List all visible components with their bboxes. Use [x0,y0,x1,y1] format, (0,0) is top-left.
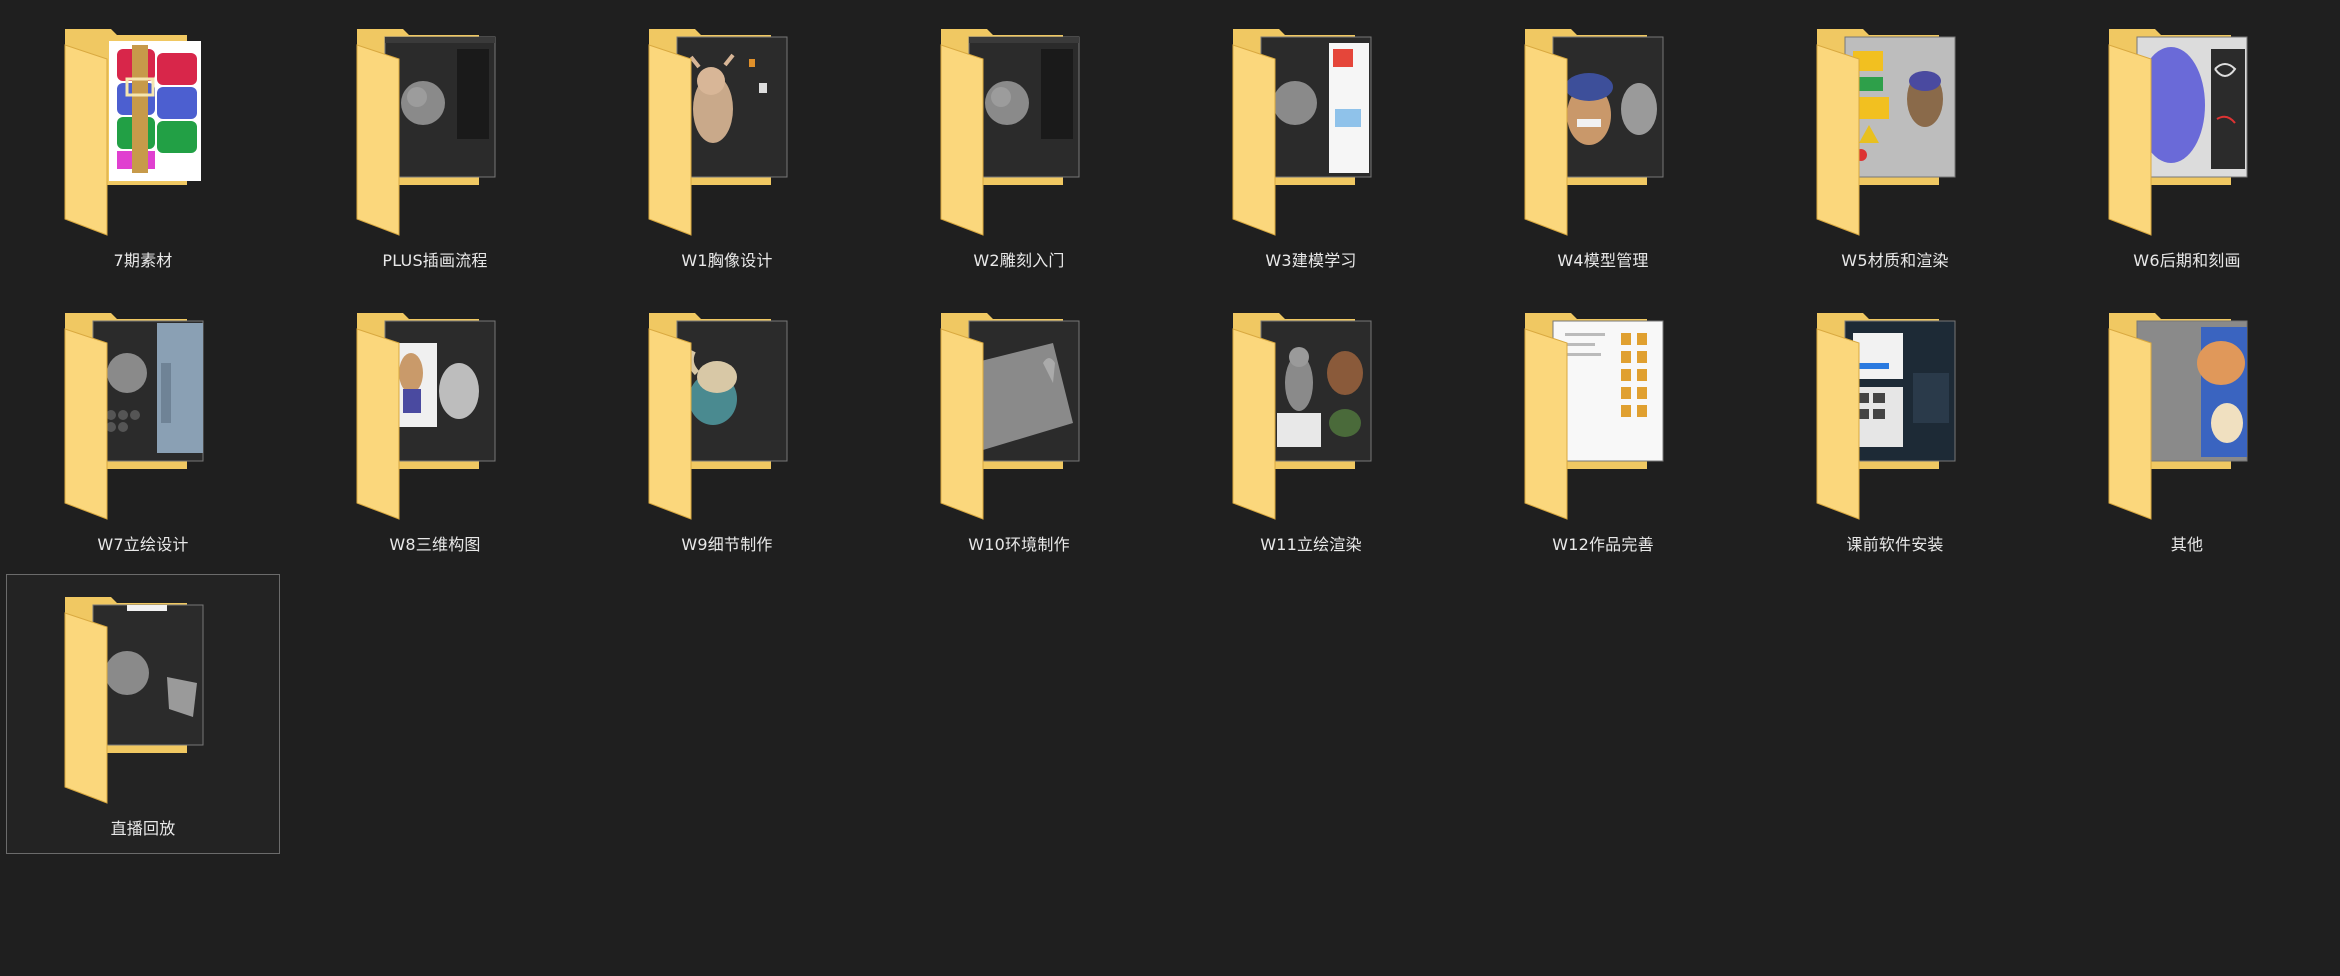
folder-item[interactable]: W1胸像设计 [590,6,864,286]
folder-item[interactable]: W5材质和渲染 [1758,6,2032,286]
folder-item[interactable]: 直播回放 [6,574,280,854]
folder-item[interactable]: W8三维构图 [298,290,572,570]
folder-name-label: PLUS插画流程 [382,251,488,270]
folder-name-label: W12作品完善 [1552,535,1654,554]
folder-item[interactable]: 7期素材 [6,6,280,286]
folder-item[interactable]: PLUS插画流程 [298,6,572,286]
folder-name-label: W11立绘渲染 [1260,535,1362,554]
folder-item[interactable]: 其他 [2050,290,2324,570]
folder-item[interactable]: 课前软件安装 [1758,290,2032,570]
folder-name-label: W6后期和刻画 [2133,251,2241,270]
folder-item[interactable]: W9细节制作 [590,290,864,570]
folder-item[interactable]: W11立绘渲染 [1174,290,1448,570]
folder-name-label: W9细节制作 [681,535,773,554]
folder-name-label: 课前软件安装 [1846,535,1944,554]
folder-name-label: W5材质和渲染 [1841,251,1949,270]
folder-name-label: W8三维构图 [389,535,481,554]
file-explorer-view: 7期素材 PLUS插画流程 W1胸像设计 W2雕刻入门 W3建模学习 W4模型管… [0,0,2340,976]
folder-item[interactable]: W2雕刻入门 [882,6,1156,286]
folder-name-label: 直播回放 [110,819,176,838]
folder-item[interactable]: W6后期和刻画 [2050,6,2324,286]
folder-name-label: W7立绘设计 [97,535,189,554]
folder-item[interactable]: W10环境制作 [882,290,1156,570]
folder-name-label: 其他 [2170,535,2204,554]
folder-item[interactable]: W7立绘设计 [6,290,280,570]
folder-item[interactable]: W12作品完善 [1466,290,1740,570]
folder-name-label: W1胸像设计 [681,251,773,270]
folder-grid: 7期素材 PLUS插画流程 W1胸像设计 W2雕刻入门 W3建模学习 W4模型管… [6,6,2324,858]
folder-name-label: 7期素材 [113,251,173,270]
folder-name-label: W4模型管理 [1557,251,1649,270]
folder-item[interactable]: W4模型管理 [1466,6,1740,286]
folder-name-label: W2雕刻入门 [973,251,1065,270]
folder-item[interactable]: W3建模学习 [1174,6,1448,286]
folder-name-label: W3建模学习 [1265,251,1357,270]
folder-name-label: W10环境制作 [968,535,1070,554]
